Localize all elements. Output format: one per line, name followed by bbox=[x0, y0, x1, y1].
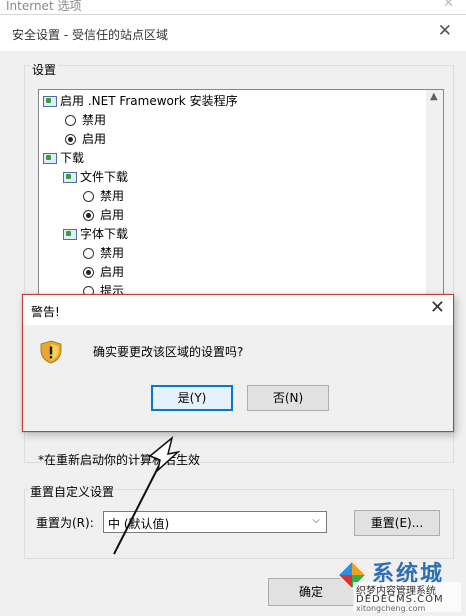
settings-item-font-download[interactable]: 字体下载 bbox=[63, 225, 128, 244]
warning-close-icon[interactable]: ✕ bbox=[430, 297, 445, 318]
radio-label: 禁用 bbox=[100, 246, 125, 260]
no-button[interactable]: 否(N) bbox=[247, 385, 329, 411]
radio-font-download-disable[interactable]: 禁用 bbox=[83, 244, 124, 263]
reset-to-label: 重置为(R): bbox=[36, 516, 94, 530]
parent-close-icon[interactable]: ✕ bbox=[443, 0, 454, 11]
radio-label: 禁用 bbox=[82, 113, 107, 127]
radio-button-checked-icon bbox=[83, 210, 94, 221]
warning-dialog: 警告! ✕ 确实要更改该区域的设置吗? 是(Y) 否(N) bbox=[22, 294, 454, 432]
chevron-down-icon: ⌵ bbox=[312, 515, 320, 526]
watermark-line-3: xitongcheng.com bbox=[356, 604, 426, 613]
radio-label: 启用 bbox=[100, 265, 125, 279]
warning-dialog-body: 确实要更改该区域的设置吗? 是(Y) 否(N) bbox=[23, 325, 453, 431]
security-window-titlebar: 安全设置 - 受信任的站点区域 ✕ bbox=[0, 15, 466, 51]
radio-dotnet-disable[interactable]: 禁用 bbox=[65, 111, 106, 130]
setting-folder-icon bbox=[63, 171, 77, 183]
radio-label: 启用 bbox=[82, 132, 107, 146]
settings-item-label: 启用 .NET Framework 安装程序 bbox=[60, 94, 238, 108]
warning-dialog-titlebar: 警告! ✕ bbox=[23, 295, 453, 325]
yes-button[interactable]: 是(Y) bbox=[151, 385, 233, 411]
settings-group-label: 设置 bbox=[30, 61, 59, 78]
warning-shield-icon bbox=[40, 340, 62, 364]
settings-item-download[interactable]: 下载 bbox=[43, 149, 84, 168]
settings-item-label: 字体下载 bbox=[80, 227, 129, 241]
radio-button-icon bbox=[83, 191, 94, 202]
parent-window-title: Internet 选项 bbox=[6, 0, 82, 13]
setting-folder-icon bbox=[63, 228, 77, 240]
radio-file-download-enable[interactable]: 启用 bbox=[83, 206, 124, 225]
settings-item-label: 文件下载 bbox=[80, 170, 129, 184]
radio-dotnet-enable[interactable]: 启用 bbox=[65, 130, 106, 149]
radio-label: 启用 bbox=[100, 208, 125, 222]
settings-item-dotnet-installer[interactable]: 启用 .NET Framework 安装程序 bbox=[43, 92, 238, 111]
settings-item-label: 下载 bbox=[60, 151, 85, 165]
setting-folder-icon bbox=[43, 95, 57, 107]
radio-button-icon bbox=[83, 248, 94, 259]
setting-folder-icon bbox=[43, 152, 57, 164]
radio-label: 禁用 bbox=[100, 189, 125, 203]
radio-button-icon bbox=[65, 115, 76, 126]
warning-dialog-title: 警告! bbox=[31, 305, 60, 319]
radio-file-download-disable[interactable]: 禁用 bbox=[83, 187, 124, 206]
warning-message: 确实要更改该区域的设置吗? bbox=[93, 345, 244, 359]
settings-scrollbar[interactable]: ▲ bbox=[426, 90, 443, 305]
reset-button[interactable]: 重置(E)... bbox=[354, 510, 440, 536]
security-close-icon[interactable]: ✕ bbox=[438, 21, 452, 41]
settings-tree-list[interactable]: 启用 .NET Framework 安装程序 禁用 启用 下载 文件下载 禁用 … bbox=[38, 89, 444, 306]
annotation-arrow-icon bbox=[113, 435, 181, 555]
settings-item-file-download[interactable]: 文件下载 bbox=[63, 168, 128, 187]
radio-button-checked-icon bbox=[65, 134, 76, 145]
radio-button-checked-icon bbox=[83, 267, 94, 278]
parent-window-titlebar: Internet 选项 ✕ bbox=[0, 0, 466, 14]
security-window-title: 安全设置 - 受信任的站点区域 bbox=[12, 28, 168, 42]
scroll-up-arrow-icon[interactable]: ▲ bbox=[430, 91, 438, 102]
radio-font-download-enable[interactable]: 启用 bbox=[83, 263, 124, 282]
